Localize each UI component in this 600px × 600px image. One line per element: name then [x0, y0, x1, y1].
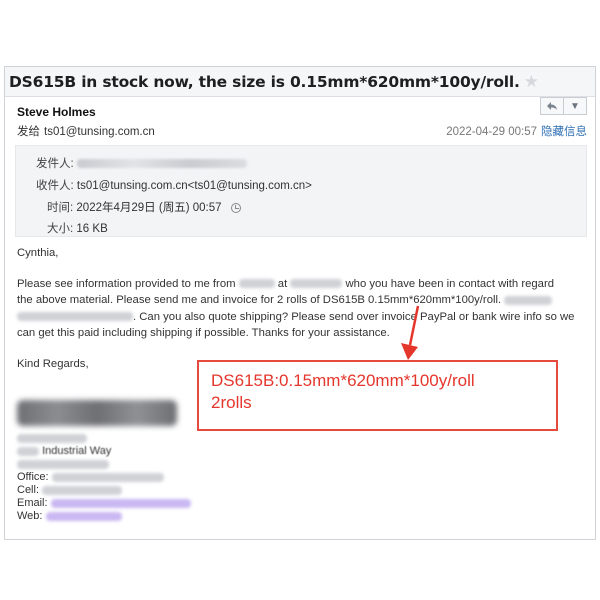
annotation-arrow: [401, 305, 420, 360]
arrow-shaft: [408, 305, 420, 346]
arrow-head: [401, 343, 418, 360]
callout-line-1: DS615B:0.15mm*620mm*100y/roll: [211, 371, 475, 390]
annotation-callout: DS615B:0.15mm*620mm*100y/roll 2rolls: [197, 360, 558, 431]
callout-line-2: 2rolls: [211, 393, 252, 412]
